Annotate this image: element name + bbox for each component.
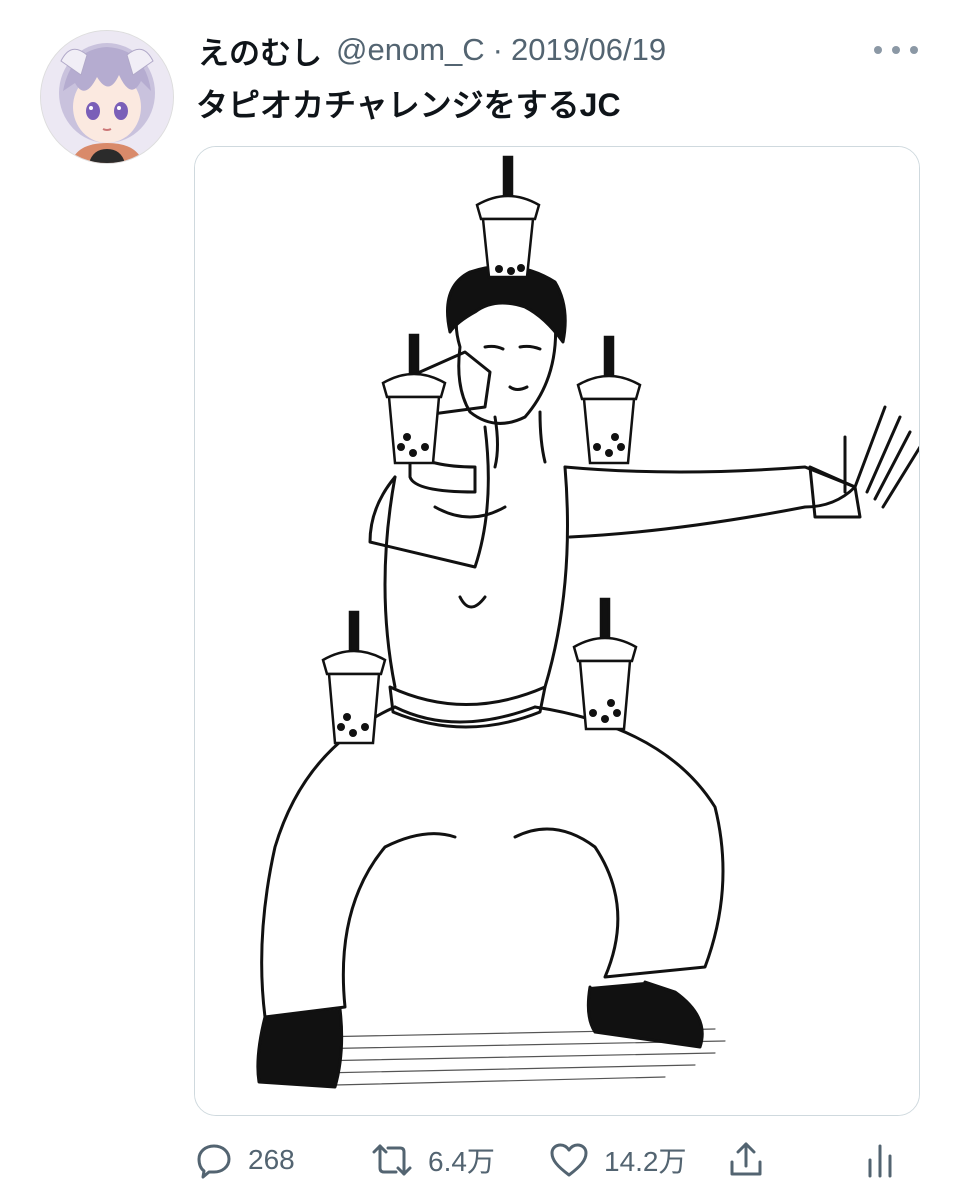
retweet-button[interactable]: 6.4万 [370, 1130, 495, 1190]
tweet-header: えのむし @enom_C · 2019/06/19 [198, 28, 898, 72]
separator-dot: · [492, 32, 503, 67]
avatar-illustration [41, 31, 173, 163]
more-dot [910, 46, 918, 54]
more-dot [892, 46, 900, 54]
more-options-button[interactable] [874, 36, 918, 64]
retweet-icon [372, 1144, 412, 1176]
tweet-action-bar: 268 6.4万 14.2万 [0, 1130, 960, 1190]
analytics-icon [868, 1144, 892, 1178]
tweet-text: タピオカチャレンジをするJC [196, 87, 621, 123]
tapioca-challenge-illustration [195, 147, 919, 1115]
tweet-media[interactable] [194, 146, 920, 1116]
share-button[interactable] [726, 1130, 766, 1190]
reply-count: 268 [248, 1144, 295, 1175]
like-count: 14.2万 [604, 1146, 687, 1177]
reply-button[interactable]: 268 [194, 1130, 295, 1190]
share-icon [730, 1142, 762, 1176]
avatar[interactable] [40, 30, 174, 164]
user-handle[interactable]: @enom_C [336, 32, 485, 68]
heart-icon [550, 1143, 588, 1177]
analytics-button[interactable] [862, 1130, 898, 1190]
like-button[interactable]: 14.2万 [548, 1130, 687, 1190]
tweet-date[interactable]: 2019/06/19 [511, 32, 666, 68]
more-dot [874, 46, 882, 54]
display-name[interactable]: えのむし [198, 28, 322, 73]
reply-icon [197, 1144, 231, 1179]
retweet-count: 6.4万 [428, 1146, 495, 1177]
